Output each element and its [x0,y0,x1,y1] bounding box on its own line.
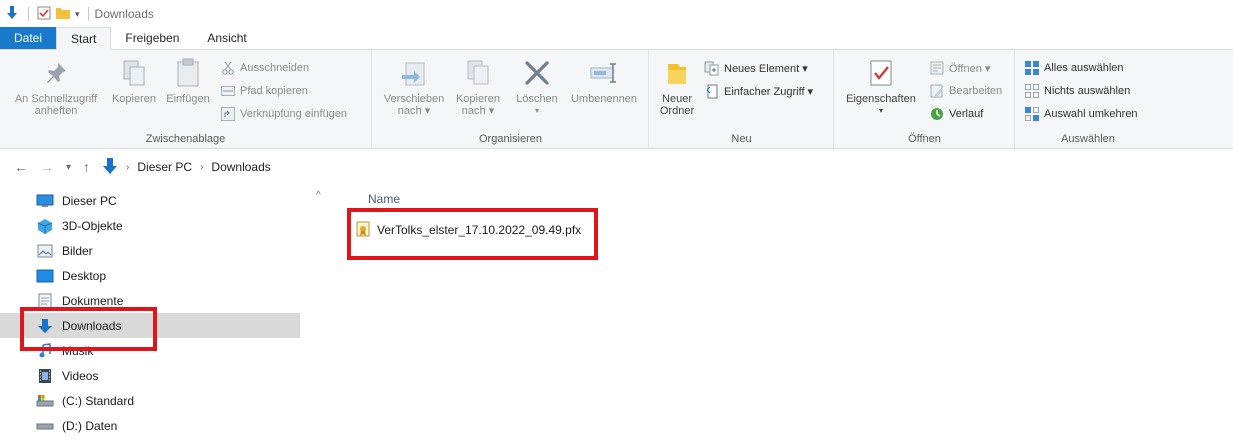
recent-dropdown-icon[interactable]: ▾ [66,162,71,173]
easy-access-button[interactable]: Einfacher Zugriff ▾ [704,83,813,99]
window-title: Downloads [94,7,154,21]
separator [87,7,89,21]
rename-icon [588,56,620,90]
path-icon [220,83,236,99]
sidebar-item-this-pc[interactable]: Dieser PC [0,188,300,213]
group-clipboard: An Schnellzugriff anheften Kopieren Einf… [0,50,372,149]
tab-freigeben[interactable]: Freigeben [111,27,193,49]
edit-button[interactable]: Bearbeiten [929,83,1002,99]
delete-x-icon [521,56,553,90]
customize-dropdown-icon[interactable]: ▾ [75,9,80,20]
ribbon-tabs: Datei Start Freigeben Ansicht [0,27,1233,50]
copy-to-button[interactable]: Kopieren nach ▾ [449,56,507,117]
group-label-open: Öffnen [908,133,941,145]
paste-button[interactable]: Einfügen [162,56,214,105]
scroll-up-icon[interactable]: ^ [316,190,321,201]
copy-button[interactable]: Kopieren [108,56,160,105]
new-folder-icon[interactable] [55,6,71,23]
up-arrow-icon[interactable]: ↑ [83,159,90,175]
computer-icon [36,193,54,209]
pin-icon [40,56,72,90]
new-item-icon [704,60,720,76]
select-none-icon [1024,83,1040,99]
sidebar-item-pictures[interactable]: Bilder [0,238,300,263]
group-label-new: Neu [731,133,752,145]
tab-start[interactable]: Start [56,27,112,50]
sidebar-item-drive-c[interactable]: (C:) Standard [0,388,300,413]
new-folder-button[interactable]: Neuer Ordner [652,56,702,117]
scissors-icon [220,60,236,76]
open-icon [929,60,945,76]
downloads-location-icon [102,157,118,178]
open-button[interactable]: Öffnen ▾ [929,60,990,76]
sidebar-item-drive-d[interactable]: (D:) Daten [0,413,300,438]
move-icon [398,56,430,90]
rename-button[interactable]: Umbenennen [565,56,643,105]
sidebar-item-desktop[interactable]: Desktop [0,263,300,288]
invert-selection-icon [1024,106,1040,122]
breadcrumb-downloads[interactable]: Downloads [211,160,270,174]
sidebar-item-3d-objects[interactable]: 3D-Objekte [0,213,300,238]
title-bar: ▾ Downloads [0,0,1233,28]
history-icon [929,106,945,122]
tab-datei[interactable]: Datei [0,27,57,49]
shortcut-icon [220,106,236,122]
easy-access-icon [704,83,720,99]
properties-icon [865,56,897,90]
group-open: Eigenschaften ▾ Öffnen ▾ Bearbeiten Verl… [835,50,1015,149]
breadcrumb-separator-icon[interactable]: › [200,162,203,173]
properties-button[interactable]: Eigenschaften ▾ [841,56,921,117]
quick-access-toolbar: ▾ [4,5,93,24]
select-all-button[interactable]: Alles auswählen [1024,60,1124,76]
copy-to-icon [462,56,494,90]
film-icon [36,368,54,384]
sidebar-item-videos[interactable]: Videos [0,363,300,388]
edit-icon [929,83,945,99]
folder-icon [661,56,693,90]
pictures-icon [36,243,54,259]
group-label-clipboard: Zwischenablage [145,133,226,145]
tab-ansicht[interactable]: Ansicht [193,27,260,49]
paste-shortcut-button[interactable]: Verknüpfung einfügen [220,106,347,122]
highlight-box-file [347,208,598,260]
column-header-name[interactable]: Name [368,192,400,206]
ribbon: An Schnellzugriff anheften Kopieren Einf… [0,50,1233,149]
new-item-button[interactable]: Neues Element ▾ [704,60,808,76]
group-new: Neuer Ordner Neues Element ▾ Einfacher Z… [650,50,834,149]
select-all-icon [1024,60,1040,76]
desktop-icon [36,268,54,284]
drive-icon [36,418,54,434]
group-label-select: Auswählen [1061,133,1115,145]
cube-icon [36,218,54,234]
delete-button[interactable]: Löschen ▾ [511,56,563,117]
group-organize: Verschieben nach ▾ Kopieren nach ▾ Lösch… [373,50,649,149]
back-arrow-icon[interactable]: ← [14,159,28,175]
properties-check-icon[interactable] [37,6,51,23]
select-none-button[interactable]: Nichts auswählen [1024,83,1130,99]
forward-arrow-icon[interactable]: → [40,159,54,175]
download-arrow-icon [4,5,20,24]
breadcrumb-this-pc[interactable]: Dieser PC [137,160,192,174]
group-select: Alles auswählen Nichts auswählen Auswahl… [1016,50,1160,149]
breadcrumb: › Dieser PC › Downloads [102,157,271,178]
highlight-box-downloads [20,307,157,351]
history-button[interactable]: Verlauf [929,106,983,122]
copy-icon [118,56,150,90]
address-bar: ← → ▾ ↑ › Dieser PC › Downloads [0,150,1233,184]
breadcrumb-separator-icon[interactable]: › [126,162,129,173]
invert-selection-button[interactable]: Auswahl umkehren [1024,106,1138,122]
move-to-button[interactable]: Verschieben nach ▾ [381,56,447,117]
pin-quick-access-button[interactable]: An Schnellzugriff anheften [6,56,106,117]
cut-button[interactable]: Ausschneiden [220,60,309,76]
clipboard-icon [172,56,204,90]
separator [28,7,29,21]
group-label-organize: Organisieren [479,133,542,145]
copy-path-button[interactable]: Pfad kopieren [220,83,308,99]
system-drive-icon [36,393,54,409]
